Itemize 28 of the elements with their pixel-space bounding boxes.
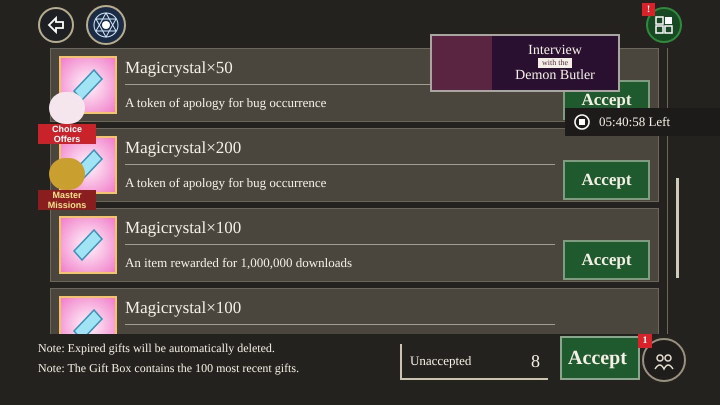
magic-circle-button[interactable] <box>86 5 126 45</box>
back-button[interactable] <box>38 7 74 43</box>
accept-button[interactable]: Accept <box>563 160 650 200</box>
gift-title: Magicrystal×200 <box>125 136 555 165</box>
accept-all-button[interactable]: Accept <box>560 336 640 380</box>
accept-button[interactable]: Accept <box>563 240 650 280</box>
magic-circle-icon <box>92 11 120 39</box>
note-text: Note: The Gift Box contains the 100 most recent gifts. <box>38 360 300 377</box>
unaccepted-count: 8 <box>531 350 540 372</box>
gift-description: An item rewarded for 1,000,000 downloads <box>125 254 354 272</box>
menu-button[interactable] <box>646 7 682 43</box>
alert-badge: 1 <box>638 334 652 348</box>
social-button[interactable] <box>642 338 686 382</box>
gift-title: Magicrystal×100 <box>125 296 555 325</box>
gift-description: A token of apology for bug occurrence <box>125 94 328 112</box>
crystal-icon <box>59 216 117 274</box>
gift-title: Magicrystal×100 <box>125 216 555 245</box>
note-text: Note: Expired gifts will be automatically deleted. <box>38 340 276 357</box>
character-art-placeholder <box>432 36 492 90</box>
badge-label: Master Missions <box>38 190 96 210</box>
banner-title: Interview <box>528 43 582 58</box>
banner-subtitle: with the <box>538 58 572 68</box>
back-arrow-icon <box>47 16 65 34</box>
gift-description: A token of apology for bug occurrence <box>125 174 328 192</box>
unaccepted-label: Unaccepted <box>410 352 472 370</box>
badge-label: Choice Offers <box>38 124 96 144</box>
alert-badge: ! <box>642 3 655 16</box>
grid-icon <box>655 16 673 34</box>
